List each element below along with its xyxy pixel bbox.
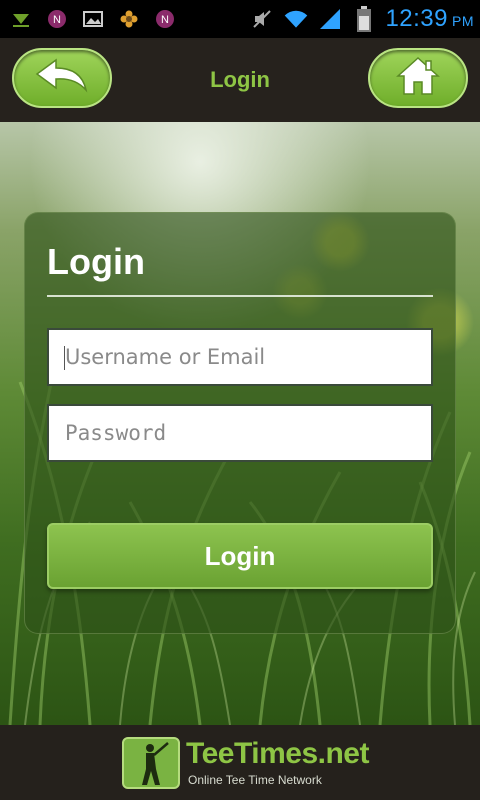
text-cursor — [64, 346, 65, 370]
back-button[interactable] — [12, 48, 112, 108]
image-icon — [80, 6, 106, 32]
username-email-input[interactable] — [47, 328, 433, 386]
golfer-icon — [122, 737, 180, 789]
status-left-icons: N N — [8, 6, 178, 32]
login-button[interactable]: Login — [47, 523, 433, 589]
battery-icon — [351, 6, 377, 32]
mute-icon — [249, 6, 275, 32]
logo-tagline: Online Tee Time Network — [188, 773, 322, 787]
logo-name: TeeTimes.net — [186, 737, 369, 770]
login-card: Login Login — [24, 212, 456, 634]
home-icon — [395, 55, 441, 102]
title-divider — [47, 295, 433, 297]
card-title: Login — [47, 241, 145, 282]
signal-icon — [317, 6, 343, 32]
status-right: 12:39 PM — [249, 4, 474, 34]
app-header: Login — [0, 38, 480, 122]
svg-text:N: N — [53, 14, 61, 26]
wifi-icon — [283, 6, 309, 32]
back-arrow-icon — [34, 57, 90, 100]
header-title: Login — [210, 67, 270, 92]
status-bar: N N 12:39 PM — [0, 0, 480, 38]
flower-icon — [116, 6, 142, 32]
download-icon — [8, 6, 34, 32]
password-input[interactable] — [47, 404, 433, 462]
notification-n-icon: N — [152, 6, 178, 32]
svg-text:N: N — [161, 14, 169, 26]
home-button[interactable] — [368, 48, 468, 108]
teetimes-logo: TeeTimes.net Online Tee Time Network — [122, 735, 369, 791]
footer: TeeTimes.net Online Tee Time Network — [0, 725, 480, 800]
background-grass-image: Login Login — [0, 122, 480, 725]
clock: 12:39 PM — [385, 5, 474, 32]
notification-n-icon: N — [44, 6, 70, 32]
